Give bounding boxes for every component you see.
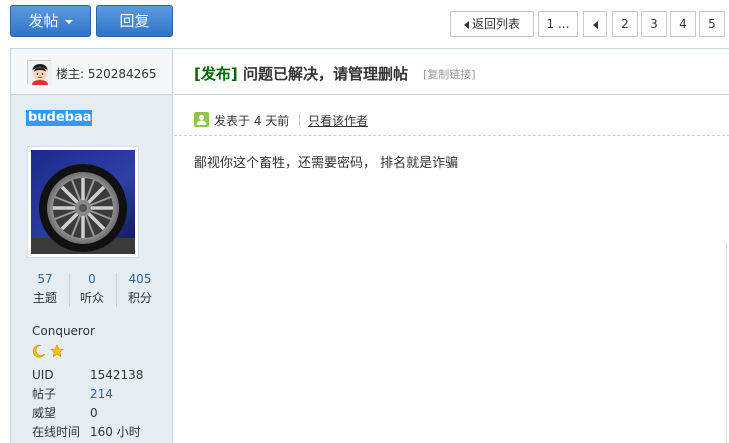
page-2-button[interactable]: 2 xyxy=(612,11,638,37)
arrow-left-icon xyxy=(592,20,598,29)
car-wheel-image xyxy=(31,150,135,254)
floor-label: 楼主: 520284265 xyxy=(56,67,157,81)
post-time: 发表于 4 天前 xyxy=(214,114,290,128)
page-2-label: 2 xyxy=(621,17,629,31)
avatar[interactable] xyxy=(27,146,139,258)
info-key: 帖子 xyxy=(32,387,57,401)
page-5-button[interactable]: 5 xyxy=(699,11,725,37)
stat-value: 57 xyxy=(37,272,53,286)
stat-followers[interactable]: 0 听众 xyxy=(68,271,116,307)
post-meta: 发表于 4 天前 只看该作者 xyxy=(174,96,729,136)
info-row-posts: 帖子 214 xyxy=(32,386,113,402)
info-row-reputation: 威望 0 xyxy=(32,405,98,421)
post-title-bar: [发布] 问题已解决，请管理删帖 [复制链接] xyxy=(174,49,729,95)
info-value: 1542138 xyxy=(90,368,144,382)
stat-label: 积分 xyxy=(127,291,152,305)
page-3-button[interactable]: 3 xyxy=(641,11,667,37)
stat-value: 0 xyxy=(88,272,96,286)
post-body: 鄙视你这个畜牲，还需要密码， 排名就是诈骗 xyxy=(194,156,459,171)
post-title: 问题已解决，请管理删帖 xyxy=(243,65,409,83)
user-face-icon xyxy=(28,61,52,85)
post-button-label: 发帖 xyxy=(28,12,59,30)
online-user-icon xyxy=(194,112,209,127)
author-stats: 57 主题 0 听众 405 积分 xyxy=(11,271,172,311)
page-first-label: 1 ... xyxy=(546,17,570,31)
info-row-online-time: 在线时间 160 小时 xyxy=(32,424,141,440)
post-frame: 楼主: 520284265 budebaa 57 主题 0 听众 405 积分 … xyxy=(10,48,729,443)
caret-down-icon xyxy=(64,19,73,24)
author-header: 楼主: 520284265 xyxy=(11,49,172,95)
author-username[interactable]: budebaa xyxy=(26,110,92,126)
page-first-button[interactable]: 1 ... xyxy=(538,11,578,37)
author-sidebar: 楼主: 520284265 budebaa 57 主题 0 听众 405 积分 … xyxy=(11,49,173,443)
user-rank: Conqueror xyxy=(32,324,95,338)
page-4-label: 4 xyxy=(679,17,687,31)
page-3-label: 3 xyxy=(650,17,658,31)
stat-value: 405 xyxy=(128,272,152,286)
divider xyxy=(299,114,300,126)
stat-threads[interactable]: 57 主题 xyxy=(21,271,69,307)
avatar-small[interactable] xyxy=(27,60,52,85)
info-key: 威望 xyxy=(32,406,57,420)
medal-row xyxy=(32,344,64,358)
post-category-tag[interactable]: [发布] xyxy=(194,63,238,84)
copy-link-button[interactable]: [复制链接] xyxy=(423,66,476,82)
info-value: 0 xyxy=(90,406,98,420)
back-to-list-label: 返回列表 xyxy=(471,17,520,31)
post-button[interactable]: 发帖 xyxy=(10,5,91,37)
page-4-button[interactable]: 4 xyxy=(670,11,696,37)
info-value-posts-link[interactable]: 214 xyxy=(90,387,113,401)
info-key: 在线时间 xyxy=(32,425,81,439)
info-row-uid: UID 1542138 xyxy=(32,367,143,383)
reply-button-label: 回复 xyxy=(119,12,150,30)
info-value: 160 小时 xyxy=(90,425,141,439)
post-content: [发布] 问题已解决，请管理删帖 [复制链接] 发表于 4 天前 只看该作者 鄙… xyxy=(174,49,729,443)
page-5-label: 5 xyxy=(708,17,716,31)
star-icon xyxy=(49,344,64,358)
page-prev-button[interactable] xyxy=(583,11,607,37)
stat-points[interactable]: 405 积分 xyxy=(116,271,164,307)
top-toolbar: 发帖 回复 返回列表 1 ... 2 3 4 5 xyxy=(0,0,729,48)
stat-label: 听众 xyxy=(79,291,104,305)
info-key: UID xyxy=(32,368,54,382)
only-author-link[interactable]: 只看该作者 xyxy=(308,112,368,129)
arrow-left-icon xyxy=(463,20,469,29)
reply-button[interactable]: 回复 xyxy=(96,5,173,37)
back-to-list-button[interactable]: 返回列表 xyxy=(450,11,534,37)
moon-icon xyxy=(32,344,45,358)
stat-label: 主题 xyxy=(32,291,57,305)
